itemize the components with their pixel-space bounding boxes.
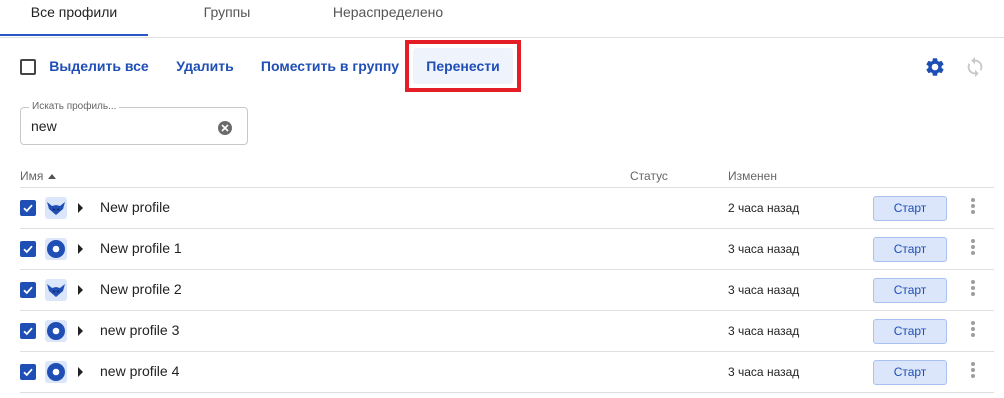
fox-icon xyxy=(45,197,67,219)
select-all-button[interactable]: Выделить все xyxy=(46,48,152,84)
circle-icon xyxy=(45,238,67,260)
more-options-icon[interactable] xyxy=(970,280,976,300)
start-button[interactable]: Старт xyxy=(873,196,947,221)
expand-arrow-icon[interactable] xyxy=(78,326,83,336)
sort-ascending-icon xyxy=(48,174,57,180)
expand-arrow-icon[interactable] xyxy=(78,203,83,213)
row-checkbox[interactable] xyxy=(20,282,36,298)
profile-changed: 3 часа назад xyxy=(728,324,800,338)
profile-name[interactable]: New profile 2 xyxy=(100,281,182,297)
table-row[interactable]: new profile 4 3 часа назад Старт xyxy=(20,352,994,393)
profile-name[interactable]: New profile xyxy=(100,199,170,215)
select-all-checkbox[interactable] xyxy=(20,59,36,75)
move-to-group-button[interactable]: Поместить в группу xyxy=(257,48,403,84)
profile-name[interactable]: new profile 4 xyxy=(100,363,179,379)
check-icon xyxy=(23,204,33,213)
tab-all-profiles[interactable]: Все профили xyxy=(0,0,148,36)
start-button[interactable]: Старт xyxy=(873,237,947,262)
check-icon xyxy=(23,368,33,377)
expand-arrow-icon[interactable] xyxy=(78,285,83,295)
start-button[interactable]: Старт xyxy=(873,319,947,344)
expand-arrow-icon[interactable] xyxy=(78,244,83,254)
more-options-icon[interactable] xyxy=(970,321,976,341)
table-row[interactable]: New profile 2 часа назад Старт xyxy=(20,188,994,229)
circle-icon xyxy=(45,361,67,383)
tab-groups[interactable]: Группы xyxy=(175,0,279,36)
gear-icon[interactable] xyxy=(924,56,946,78)
profile-changed: 3 часа назад xyxy=(728,283,800,297)
row-checkbox[interactable] xyxy=(20,364,36,380)
more-options-icon[interactable] xyxy=(970,198,976,218)
profile-changed: 2 часа назад xyxy=(728,201,800,215)
profile-changed: 3 часа назад xyxy=(728,365,800,379)
row-checkbox[interactable] xyxy=(20,241,36,257)
highlight-box xyxy=(405,40,521,92)
table-row[interactable]: New profile 1 3 часа назад Старт xyxy=(20,229,994,270)
header-status[interactable]: Статус xyxy=(630,169,668,183)
active-tab-indicator xyxy=(0,34,148,36)
header-changed[interactable]: Изменен xyxy=(728,169,777,183)
circle-icon xyxy=(45,320,67,342)
profile-changed: 3 часа назад xyxy=(728,242,800,256)
profile-name[interactable]: new profile 3 xyxy=(100,322,179,338)
check-icon xyxy=(23,286,33,295)
delete-button[interactable]: Удалить xyxy=(170,48,240,84)
start-button[interactable]: Старт xyxy=(873,360,947,385)
table-header: Имя Статус Изменен xyxy=(20,166,994,188)
table-row[interactable]: new profile 3 3 часа назад Старт xyxy=(20,311,994,352)
search-input[interactable] xyxy=(31,116,211,136)
row-checkbox[interactable] xyxy=(20,200,36,216)
row-checkbox[interactable] xyxy=(20,323,36,339)
clear-icon[interactable] xyxy=(218,121,232,135)
refresh-icon[interactable] xyxy=(964,56,986,78)
fox-icon xyxy=(45,279,67,301)
table-row[interactable]: New profile 2 3 часа назад Старт xyxy=(20,270,994,311)
expand-arrow-icon[interactable] xyxy=(78,367,83,377)
more-options-icon[interactable] xyxy=(970,239,976,259)
start-button[interactable]: Старт xyxy=(873,278,947,303)
tab-bar: Все профили Группы Нераспределено xyxy=(0,0,1004,38)
profiles-table: Имя Статус Изменен New profile 2 часа наз… xyxy=(20,166,994,393)
search-label: Искать профиль... xyxy=(29,101,120,113)
tab-unassigned[interactable]: Нераспределено xyxy=(318,0,458,36)
profile-name[interactable]: New profile 1 xyxy=(100,240,182,256)
check-icon xyxy=(23,327,33,336)
header-name[interactable]: Имя xyxy=(20,169,57,183)
check-icon xyxy=(23,245,33,254)
more-options-icon[interactable] xyxy=(970,362,976,382)
profile-search: Искать профиль... xyxy=(20,101,248,145)
